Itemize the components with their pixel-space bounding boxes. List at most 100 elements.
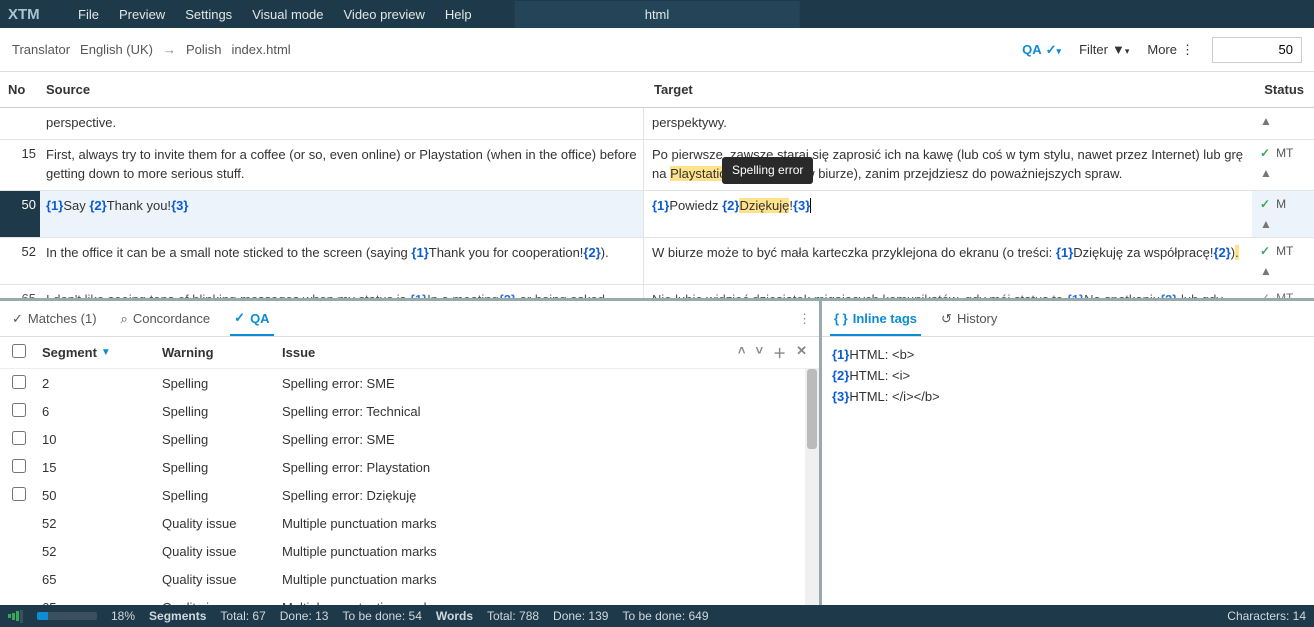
status-cell: ✓MT▲ [1252, 285, 1314, 298]
source-cell[interactable]: perspective. [40, 108, 644, 139]
menu-settings[interactable]: Settings [175, 7, 242, 22]
app-logo: XTM [8, 6, 56, 22]
inline-tag: {3} [171, 198, 188, 213]
tab-icon: ↺ [941, 311, 952, 327]
target-cell[interactable]: Nie lubię widzieć dziesiątek migających … [644, 285, 1252, 298]
status-label: MT [1276, 244, 1293, 258]
qa-row-checkbox[interactable] [12, 431, 26, 445]
check-icon: ✓ [1260, 244, 1270, 258]
qa-row[interactable]: 10SpellingSpelling error: SME [0, 425, 819, 453]
source-cell[interactable]: I don't like seeing tens of blinking mes… [40, 285, 644, 298]
qa-row[interactable]: 6SpellingSpelling error: Technical [0, 397, 819, 425]
qa-warn: Spelling [162, 376, 282, 391]
menu-help[interactable]: Help [435, 7, 482, 22]
segment-no: 15 [0, 140, 40, 190]
segment-row[interactable]: 50{1}Say {2}Thank you!{3}Spelling error{… [0, 191, 1314, 238]
inline-tag: {1} [652, 198, 669, 213]
nav-down-icon[interactable]: ˅ [755, 343, 763, 362]
inline-tag-entry: {3}HTML: </i></b> [832, 387, 1304, 408]
grid-header: No Source Target Status [0, 72, 1314, 108]
qa-row[interactable]: 65Quality issueMultiple punctuation mark… [0, 565, 819, 593]
qa-col-segment[interactable]: Segment ▼ [42, 345, 162, 360]
col-source-header: Source [40, 82, 644, 97]
segment-row[interactable]: 65I don't like seeing tens of blinking m… [0, 285, 1314, 298]
nav-up-icon[interactable]: ˄ [738, 343, 746, 362]
qa-warn: Quality issue [162, 516, 282, 531]
qa-warn: Quality issue [162, 572, 282, 587]
qa-row-checkbox[interactable] [12, 403, 26, 417]
target-cell[interactable]: Spelling error{1}Powiedz {2}Dziękuję!{3} [644, 191, 1252, 237]
qa-row[interactable]: 52Quality issueMultiple punctuation mark… [0, 509, 819, 537]
status-label: MT [1276, 291, 1293, 298]
menu-file[interactable]: File [68, 7, 109, 22]
menu-video-preview[interactable]: Video preview [334, 7, 435, 22]
source-cell[interactable]: First, always try to invite them for a c… [40, 140, 644, 190]
scrollbar[interactable] [805, 369, 819, 608]
qa-row[interactable]: 50SpellingSpelling error: Dziękuję [0, 481, 819, 509]
qa-row-checkbox[interactable] [12, 459, 26, 473]
tab-matches-[interactable]: ✓Matches (1) [8, 303, 101, 335]
qa-seg: 2 [42, 376, 162, 391]
top-menu-bar: XTM FilePreviewSettingsVisual modeVideo … [0, 0, 1314, 28]
qa-row[interactable]: 52Quality issueMultiple punctuation mark… [0, 537, 819, 565]
highlight: Dziękuję [739, 198, 789, 213]
qa-row[interactable]: 2SpellingSpelling error: SME [0, 369, 819, 397]
qa-row-checkbox[interactable] [12, 487, 26, 501]
select-all-checkbox[interactable] [12, 344, 26, 358]
status-footer: 18% Segments Total: 67 Done: 13 To be do… [0, 605, 1314, 627]
menu-visual-mode[interactable]: Visual mode [242, 7, 333, 22]
words-todo: To be done: 649 [622, 609, 708, 623]
check-icon: ✓ [1260, 197, 1270, 211]
words-done: Done: 139 [553, 609, 608, 623]
source-cell[interactable]: {1}Say {2}Thank you!{3} [40, 191, 644, 237]
warning-icon: ▲ [1260, 114, 1272, 128]
qa-issue: Multiple punctuation marks [282, 572, 807, 587]
status-cell: ▲ [1252, 108, 1314, 139]
source-lang[interactable]: English (UK) [80, 42, 153, 57]
menu-preview[interactable]: Preview [109, 7, 175, 22]
target-cell[interactable]: perspektywy. [644, 108, 1252, 139]
source-cell[interactable]: In the office it can be a small note sti… [40, 238, 644, 284]
qa-warn: Spelling [162, 488, 282, 503]
inline-tag: {2} [1213, 245, 1230, 260]
qa-issue: Spelling error: Dziękuję [282, 488, 807, 503]
tab-icon: ✓ [12, 311, 23, 327]
document-tab[interactable]: html [515, 1, 800, 28]
add-icon[interactable]: ＋ [773, 343, 786, 362]
target-lang[interactable]: Polish [186, 42, 221, 57]
col-no-header: No [0, 82, 40, 97]
tab-icon: { } [834, 311, 848, 326]
segment-row[interactable]: perspective.perspektywy. ▲ [0, 108, 1314, 140]
segment-number-input[interactable] [1212, 37, 1302, 63]
tab-concordance[interactable]: ⌕Concordance [117, 303, 215, 335]
signal-icon [8, 610, 23, 623]
qa-issue: Multiple punctuation marks [282, 544, 807, 559]
qa-seg: 65 [42, 572, 162, 587]
qa-row-checkbox[interactable] [12, 375, 26, 389]
more-button[interactable]: More ⋮ [1147, 42, 1194, 58]
svg-text:XTM: XTM [8, 6, 40, 22]
words-total: Total: 788 [487, 609, 539, 623]
close-icon[interactable]: ✕ [796, 343, 807, 362]
qa-seg: 10 [42, 432, 162, 447]
tab-history[interactable]: ↺History [937, 303, 1001, 335]
qa-col-issue[interactable]: Issue [282, 345, 738, 360]
qa-issue: Spelling error: Technical [282, 404, 807, 419]
qa-row[interactable]: 15SpellingSpelling error: Playstation [0, 453, 819, 481]
qa-col-warning[interactable]: Warning [162, 345, 282, 360]
sub-toolbar: Translator English (UK) → Polish index.h… [0, 28, 1314, 72]
segment-row[interactable]: 52In the office it can be a small note s… [0, 238, 1314, 285]
segment-row[interactable]: 15First, always try to invite them for a… [0, 140, 1314, 191]
panel-menu-icon[interactable]: ⋮ [798, 311, 811, 327]
tab-qa[interactable]: ✓QA [230, 302, 273, 336]
target-cell[interactable]: W biurze może to być mała karteczka przy… [644, 238, 1252, 284]
tab-inline-tags[interactable]: { }Inline tags [830, 303, 921, 336]
qa-issue: Multiple punctuation marks [282, 516, 807, 531]
role-label: Translator [12, 42, 70, 57]
arrow-right-icon: → [163, 42, 176, 57]
char-count: Characters: 14 [1227, 609, 1306, 623]
filter-button[interactable]: Filter ▼▾ [1079, 42, 1129, 57]
file-name: index.html [231, 42, 290, 57]
check-icon: ✓ [1260, 146, 1270, 160]
qa-button[interactable]: QA ✓▾ [1022, 42, 1061, 58]
